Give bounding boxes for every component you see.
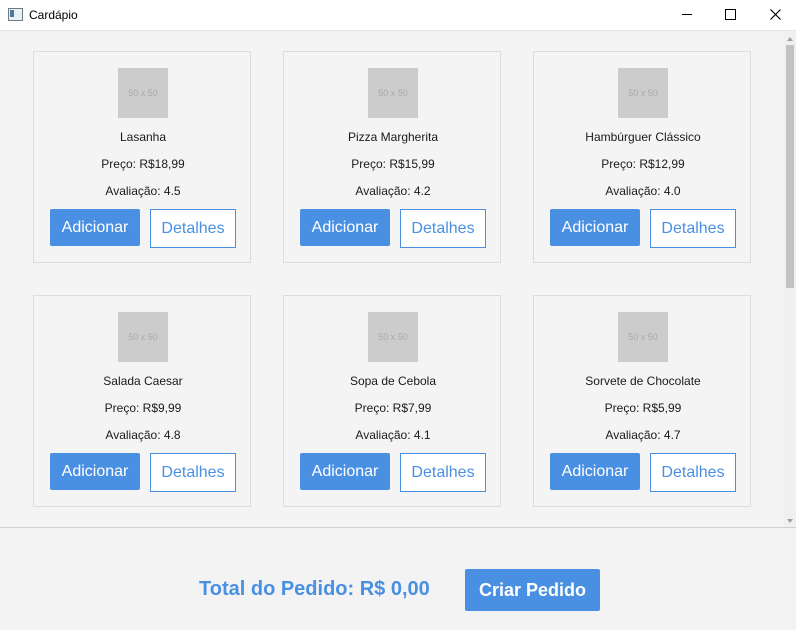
item-rating: Avaliação: 4.1 — [355, 428, 431, 442]
details-button[interactable]: Detalhes — [650, 453, 736, 492]
menu-item-card: 50 x 50 Pizza Margherita Preço: R$15,99 … — [283, 51, 501, 263]
item-image-placeholder: 50 x 50 — [368, 312, 418, 362]
scroll-down-arrow-icon[interactable] — [787, 519, 793, 523]
item-image-placeholder: 50 x 50 — [618, 68, 668, 118]
item-image-placeholder: 50 x 50 — [618, 312, 668, 362]
item-name: Hambúrguer Clássico — [585, 130, 701, 144]
details-button[interactable]: Detalhes — [150, 453, 236, 492]
item-name: Lasanha — [119, 130, 167, 144]
item-image-placeholder: 50 x 50 — [118, 312, 168, 362]
item-image-placeholder: 50 x 50 — [368, 68, 418, 118]
vertical-scrollbar[interactable] — [784, 31, 796, 527]
item-price: Preço: R$7,99 — [354, 401, 432, 415]
scroll-thumb[interactable] — [786, 45, 794, 288]
menu-item-card: 50 x 50 Lasanha Preço: R$18,99 Avaliação… — [33, 51, 251, 263]
menu-item-card: 50 x 50 Salada Caesar Preço: R$9,99 Aval… — [33, 295, 251, 507]
item-name: Salada Caesar — [103, 374, 183, 388]
app-window-icon — [8, 8, 23, 21]
menu-item-card: 50 x 50 Sopa de Cebola Preço: R$7,99 Ava… — [283, 295, 501, 507]
item-rating: Avaliação: 4.7 — [605, 428, 681, 442]
item-rating: Avaliação: 4.2 — [355, 184, 431, 198]
item-price: Preço: R$18,99 — [101, 157, 185, 171]
item-name: Sorvete de Chocolate — [585, 374, 701, 388]
order-total: Total do Pedido: R$ 0,00 — [199, 578, 430, 600]
item-price: Preço: R$12,99 — [601, 157, 685, 171]
details-button[interactable]: Detalhes — [400, 209, 486, 248]
minimize-button[interactable] — [664, 0, 710, 30]
item-rating: Avaliação: 4.0 — [605, 184, 681, 198]
item-rating: Avaliação: 4.5 — [105, 184, 181, 198]
menu-item-card: 50 x 50 Sorvete de Chocolate Preço: R$5,… — [533, 295, 751, 507]
scroll-up-arrow-icon[interactable] — [787, 37, 793, 41]
add-button[interactable]: Adicionar — [50, 453, 140, 490]
menu-grid: 50 x 50 Lasanha Preço: R$18,99 Avaliação… — [0, 31, 784, 527]
create-order-button[interactable]: Criar Pedido — [465, 569, 600, 611]
menu-item-card: 50 x 50 Hambúrguer Clássico Preço: R$12,… — [533, 51, 751, 263]
add-button[interactable]: Adicionar — [300, 209, 390, 246]
item-rating: Avaliação: 4.8 — [105, 428, 181, 442]
add-button[interactable]: Adicionar — [550, 453, 640, 490]
item-price: Preço: R$9,99 — [104, 401, 182, 415]
item-price: Preço: R$15,99 — [351, 157, 435, 171]
close-button[interactable] — [752, 0, 796, 30]
item-name: Pizza Margherita — [347, 130, 439, 144]
add-button[interactable]: Adicionar — [50, 209, 140, 246]
details-button[interactable]: Detalhes — [150, 209, 236, 248]
add-button[interactable]: Adicionar — [550, 209, 640, 246]
close-icon — [770, 9, 781, 20]
item-name: Sopa de Cebola — [349, 374, 437, 388]
add-button[interactable]: Adicionar — [300, 453, 390, 490]
details-button[interactable]: Detalhes — [650, 209, 736, 248]
item-image-placeholder: 50 x 50 — [118, 68, 168, 118]
details-button[interactable]: Detalhes — [400, 453, 486, 492]
title-bar: Cardápio — [0, 0, 796, 31]
item-price: Preço: R$5,99 — [604, 401, 682, 415]
window-title: Cardápio — [29, 8, 78, 22]
maximize-button[interactable] — [707, 0, 753, 30]
footer-divider — [0, 527, 796, 528]
